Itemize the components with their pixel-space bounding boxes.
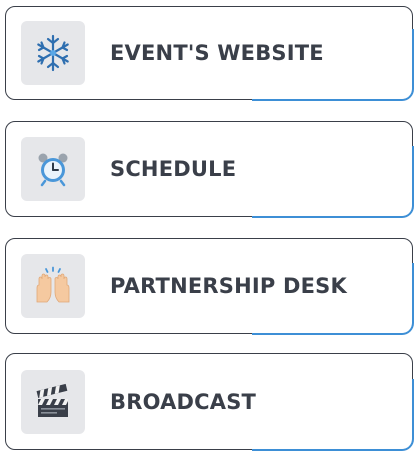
raising-hands-icon [21,254,85,318]
menu-item-label: EVENT'S WEBSITE [110,41,324,65]
menu-item-schedule[interactable]: SCHEDULE [5,121,414,218]
alarm-clock-icon [21,137,85,201]
menu-item-label: SCHEDULE [110,157,237,181]
menu-item-partnership-desk[interactable]: PARTNERSHIP DESK [5,238,414,335]
clapper-board-icon [21,369,85,434]
menu-item-label: BROADCAST [110,389,257,414]
snowflake-icon [21,21,85,85]
menu-item-events-website[interactable]: EVENT'S WEBSITE [5,6,414,101]
menu-item-label: PARTNERSHIP DESK [110,274,347,298]
menu-item-broadcast[interactable]: BROADCAST [5,353,414,451]
menu-list: EVENT'S WEBSITE SCHEDULE PARTNERSHIP DES… [0,0,418,452]
